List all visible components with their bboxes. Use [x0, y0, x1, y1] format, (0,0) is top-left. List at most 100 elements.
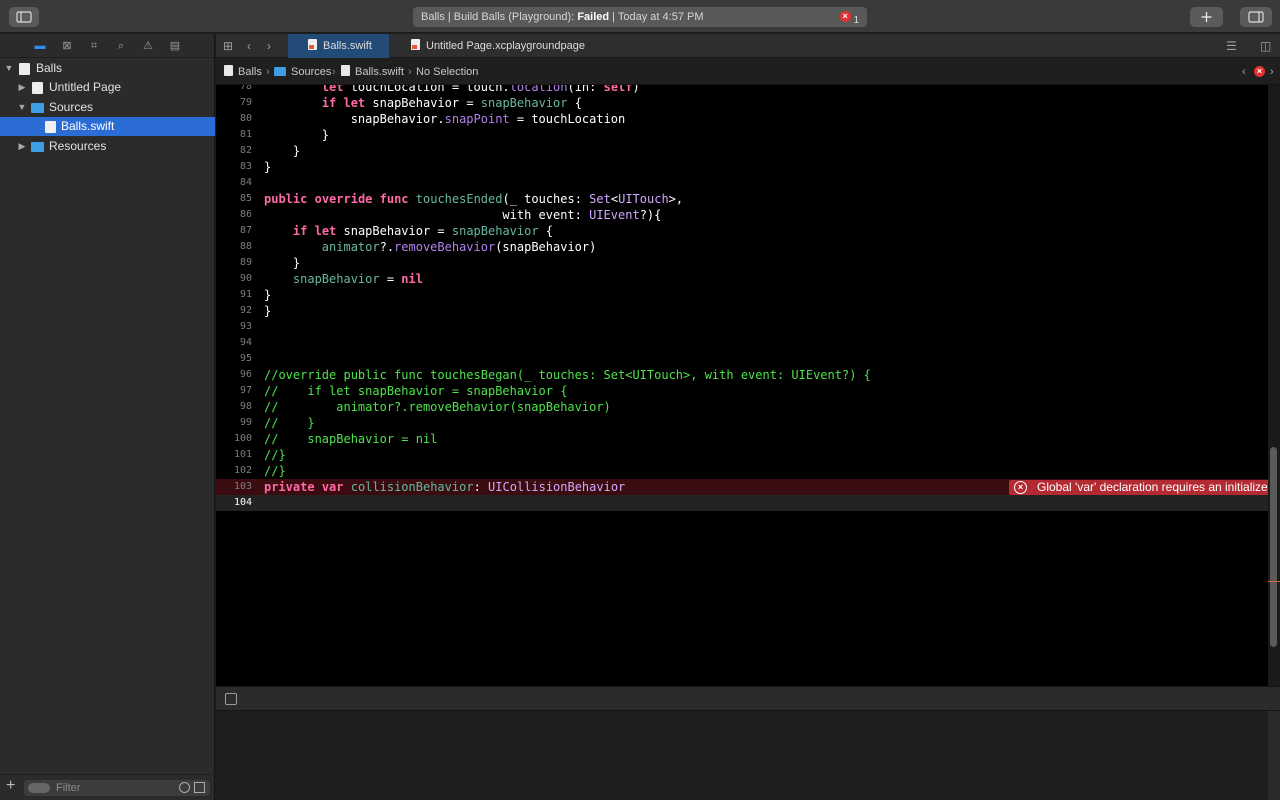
line-number[interactable]: 83 [216, 159, 252, 175]
disclosure-collapsed-icon[interactable]: ▶ [16, 137, 28, 156]
search-icon[interactable]: ⌕ [114, 39, 128, 53]
tab-balls-swift[interactable]: Balls.swift [288, 34, 389, 58]
code-line[interactable]: 85 public override func touchesEnded(_ to… [216, 191, 1268, 207]
line-number[interactable]: 91 [216, 287, 252, 303]
filter-scope-icon[interactable] [28, 783, 50, 793]
code-line[interactable]: 100 // snapBehavior = nil [216, 431, 1268, 447]
code-line[interactable]: 98 // animator?.removeBehavior(snapBehavi… [216, 399, 1268, 415]
code-line[interactable]: 102 //} [216, 463, 1268, 479]
tree-item-sources[interactable]: ▼ Sources [0, 98, 215, 117]
line-number[interactable]: 82 [216, 143, 252, 159]
scroll-thumb[interactable] [1270, 447, 1277, 647]
previous-issue-icon[interactable]: ‹ [1242, 59, 1246, 85]
inspector-toggle-button[interactable] [1240, 7, 1272, 27]
code-line[interactable]: 79 if let snapBehavior = snapBehavior { [216, 95, 1268, 111]
report-icon[interactable]: ▤ [168, 39, 182, 53]
code-line[interactable]: 83} [216, 159, 1268, 175]
line-number[interactable]: 100 [216, 431, 252, 447]
library-add-button[interactable] [1190, 7, 1223, 27]
line-number[interactable]: 81 [216, 127, 252, 143]
split-editor-icon[interactable]: ◫ [1260, 39, 1271, 53]
disclosure-expanded-icon[interactable]: ▼ [16, 98, 28, 117]
line-number[interactable]: 104 [216, 495, 252, 511]
line-number[interactable]: 87 [216, 223, 252, 239]
debug-area-toggle-icon[interactable] [225, 693, 237, 705]
disclosure-collapsed-icon[interactable]: ▶ [16, 78, 28, 97]
code-line[interactable]: 90 snapBehavior = nil [216, 271, 1268, 287]
code-line[interactable]: 80 snapBehavior.snapPoint = touchLocatio… [216, 111, 1268, 127]
line-number[interactable]: 89 [216, 255, 252, 271]
show-changes-icon[interactable] [194, 782, 205, 793]
add-file-button[interactable]: + [6, 777, 15, 795]
code-line[interactable]: 87 if let snapBehavior = snapBehavior { [216, 223, 1268, 239]
line-number[interactable]: 93 [216, 319, 252, 335]
error-icon[interactable]: × [1014, 481, 1027, 494]
source-editor[interactable]: 78 let touchLocation = touch.location(in… [216, 85, 1268, 686]
line-number[interactable]: 78 [216, 85, 252, 95]
breadcrumb-project[interactable]: Balls [224, 59, 262, 85]
tree-item-resources[interactable]: ▶ Resources [0, 137, 215, 156]
issue-error-icon[interactable]: × [1254, 66, 1265, 77]
code-line[interactable]: 78 let touchLocation = touch.location(in… [216, 85, 1268, 95]
debug-console[interactable] [216, 711, 1268, 800]
line-number[interactable]: 95 [216, 351, 252, 367]
editor-options-icon[interactable]: ☰ [1226, 39, 1237, 53]
line-number[interactable]: 88 [216, 239, 252, 255]
disclosure-expanded-icon[interactable]: ▼ [3, 59, 15, 78]
line-number[interactable]: 99 [216, 415, 252, 431]
error-annotation[interactable]: × Global 'var' declaration requires an in… [1009, 480, 1268, 495]
line-number[interactable]: 86 [216, 207, 252, 223]
code-line[interactable]: 91} [216, 287, 1268, 303]
line-number[interactable]: 84 [216, 175, 252, 191]
back-chevron-icon[interactable]: ‹ [247, 39, 251, 53]
activity-viewer[interactable]: Balls | Build Balls (Playground): Failed… [413, 7, 867, 27]
breadcrumb-file[interactable]: Balls.swift [341, 59, 404, 85]
line-number[interactable]: 102 [216, 463, 252, 479]
code-line[interactable]: 89 } [216, 255, 1268, 271]
forward-chevron-icon[interactable]: › [267, 39, 271, 53]
code-line[interactable]: 101 //} [216, 447, 1268, 463]
sidebar-toggle-button[interactable] [9, 7, 39, 27]
code-line[interactable]: 94 [216, 335, 1268, 351]
code-line[interactable]: 93 [216, 319, 1268, 335]
code-line[interactable]: 84 [216, 175, 1268, 191]
tree-item-untitled-page[interactable]: ▶ Untitled Page [0, 78, 215, 97]
line-number[interactable]: 80 [216, 111, 252, 127]
tab-untitled-page[interactable]: Untitled Page.xcplaygroundpage [389, 34, 599, 58]
breadcrumb-sources[interactable]: Sources [274, 59, 331, 85]
code-line[interactable]: 97 // if let snapBehavior = snapBehavior … [216, 383, 1268, 399]
filter-input[interactable]: Filter [24, 780, 210, 796]
line-number[interactable]: 98 [216, 399, 252, 415]
issue-warning-icon[interactable]: ⚠ [141, 39, 155, 53]
line-number[interactable]: 94 [216, 335, 252, 351]
line-number[interactable]: 85 [216, 191, 252, 207]
line-number[interactable]: 79 [216, 95, 252, 111]
next-issue-icon[interactable]: › [1270, 59, 1274, 85]
code-line[interactable]: 92} [216, 303, 1268, 319]
code-line[interactable]: 95 [216, 351, 1268, 367]
code-line[interactable]: 82 } [216, 143, 1268, 159]
line-number[interactable]: 103 [216, 479, 252, 495]
tree-item-balls-swift[interactable]: Balls.swift [0, 117, 215, 136]
console-scrollbar[interactable] [1268, 711, 1280, 800]
folder-icon[interactable]: ▬ [33, 39, 47, 53]
line-number[interactable]: 92 [216, 303, 252, 319]
breadcrumb-symbol[interactable]: No Selection [416, 59, 478, 85]
code-line[interactable]: 81 } [216, 127, 1268, 143]
tree-item-balls[interactable]: ▼ Balls [0, 59, 215, 78]
symbol-icon[interactable]: ⌗ [87, 39, 101, 53]
code-line[interactable]: 86 with event: UIEvent?){ [216, 207, 1268, 223]
line-number[interactable]: 101 [216, 447, 252, 463]
code-line[interactable]: 88 animator?.removeBehavior(snapBehavior… [216, 239, 1268, 255]
related-items-grid-icon[interactable]: ⊞ [223, 39, 233, 53]
code-line[interactable]: 104 [216, 495, 1268, 511]
recent-files-icon[interactable] [179, 782, 190, 793]
activity-error-badge[interactable]: × 1 [839, 11, 859, 31]
source-control-icon[interactable]: ⊠ [60, 39, 74, 53]
line-number[interactable]: 96 [216, 367, 252, 383]
code-line[interactable]: 96 //override public func touchesBegan(_ … [216, 367, 1268, 383]
line-number[interactable]: 97 [216, 383, 252, 399]
code-line[interactable]: 99 // } [216, 415, 1268, 431]
editor-scrollbar[interactable] [1268, 85, 1280, 686]
line-number[interactable]: 90 [216, 271, 252, 287]
